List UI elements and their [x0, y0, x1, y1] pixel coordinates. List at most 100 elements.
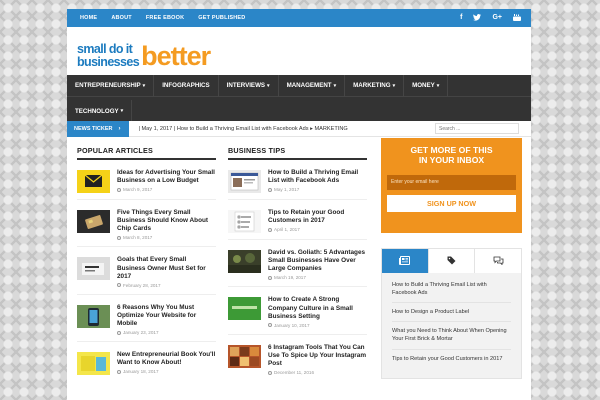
list-item: How to Create A Strong Company Culture i… — [228, 296, 367, 328]
article-thumbnail[interactable] — [77, 304, 110, 328]
twitter-icon[interactable] — [473, 13, 482, 23]
article-date: May 1, 2017 — [268, 187, 367, 192]
article-thumbnail[interactable] — [228, 344, 261, 368]
article-date: March 8, 2017 — [117, 235, 216, 240]
article-body: Goals that Every Small Business Owner Mu… — [117, 256, 216, 288]
list-item: Tips to Retain your Good Customers in 20… — [228, 209, 367, 233]
article-thumbnail[interactable] — [228, 250, 261, 273]
popular-articles: Popular Articles Ideas for Advertising Y… — [77, 146, 216, 376]
article-title[interactable]: How to Create A Strong Company Culture i… — [268, 296, 367, 320]
article-title[interactable]: Ideas for Advertising Your Small Busines… — [117, 169, 216, 185]
nav-item-entrepreneurship[interactable]: Entrepreneurship ▾ — [67, 74, 155, 97]
article-body: Ideas for Advertising Your Small Busines… — [117, 169, 216, 193]
logo-big-text: better — [141, 40, 211, 71]
newsletter-title-line-2: in your inbox — [418, 154, 485, 165]
article-body: How to Create A Strong Company Culture i… — [268, 296, 367, 328]
google-plus-icon[interactable]: G+ — [492, 14, 502, 23]
divider — [228, 239, 367, 240]
chevron-down-icon: ▾ — [333, 82, 337, 89]
news-ticker: News Ticker › | May 1, 2017 | How to Buil… — [67, 120, 531, 137]
chevron-down-icon: ▾ — [142, 82, 146, 89]
list-item: 6 Reasons Why You Must Optimize Your Web… — [77, 304, 216, 335]
clock-icon — [268, 323, 272, 328]
article-title[interactable]: How to Build a Thriving Email List with … — [268, 169, 367, 185]
chevron-down-icon: ▾ — [120, 108, 124, 114]
article-body: Five Things Every Small Business Should … — [117, 209, 216, 240]
divider — [77, 246, 216, 248]
list-item[interactable]: How to Build a Thriving Email List with … — [392, 281, 511, 304]
main-nav-row-2: Technology ▾ — [67, 100, 133, 122]
date-text: March 19, 2017 — [274, 275, 306, 281]
nav-item-technology[interactable]: Technology ▾ — [67, 100, 133, 122]
clock-icon — [268, 370, 272, 375]
article-title[interactable]: Goals that Every Small Business Owner Mu… — [117, 256, 216, 280]
chevron-down-icon: ▾ — [436, 82, 440, 89]
article-thumbnail[interactable] — [228, 297, 261, 321]
nav-item-label: Technology — [75, 107, 119, 115]
clock-icon — [117, 235, 121, 240]
social-links: f G+ — [460, 13, 525, 23]
comments-icon — [493, 252, 504, 270]
article-title[interactable]: Tips to Retain your Good Customers in 20… — [268, 209, 367, 225]
nav-item-label: Management — [286, 82, 332, 89]
chevron-right-icon: › — [118, 125, 121, 132]
date-text: January 18, 2017 — [123, 369, 159, 375]
tab-tags[interactable] — [428, 249, 476, 273]
sign-up-button[interactable]: Sign Up Now — [387, 194, 516, 212]
article-thumbnail[interactable] — [77, 257, 110, 281]
divider — [228, 286, 367, 288]
divider — [77, 293, 216, 295]
date-text: March 8, 2017 — [123, 235, 153, 241]
nav-item-infographics[interactable]: Infographics — [154, 74, 219, 97]
top-nav-get-published[interactable]: Get Published — [191, 15, 252, 21]
chevron-down-icon: ▾ — [392, 82, 396, 89]
nav-item-management[interactable]: Management ▾ — [279, 74, 346, 97]
logo-small-text: small do it businesses — [77, 43, 140, 68]
article-title[interactable]: Five Things Every Small Business Should … — [117, 209, 216, 233]
nav-item-interviews[interactable]: Interviews ▾ — [219, 74, 279, 97]
facebook-icon[interactable]: f — [460, 14, 462, 23]
newsletter-title: Get more of this in your inbox — [381, 145, 522, 166]
top-nav-about[interactable]: About — [104, 15, 139, 21]
article-title[interactable]: David vs. Goliath: 5 Advantages Small Bu… — [268, 249, 367, 273]
article-thumbnail[interactable] — [228, 210, 261, 233]
main-nav: Entrepreneurship ▾ Infographics Interview… — [67, 74, 531, 122]
divider — [228, 199, 367, 200]
recent-posts-list: How to Build a Thriving Email List with … — [382, 273, 521, 368]
article-date: January 23, 2017 — [117, 330, 216, 335]
article-thumbnail[interactable] — [77, 352, 110, 376]
list-item[interactable]: What you Need to Think About When Openin… — [392, 327, 511, 350]
list-item: Goals that Every Small Business Owner Mu… — [77, 256, 216, 288]
tab-comments[interactable] — [475, 249, 522, 273]
nav-item-money[interactable]: Money ▾ — [404, 74, 449, 97]
article-thumbnail[interactable] — [77, 210, 110, 233]
divider — [77, 199, 216, 200]
ticker-headline[interactable]: | May 1, 2017 | How to Build a Thriving … — [129, 126, 409, 132]
list-item: How to Build a Thriving Email List with … — [228, 169, 367, 193]
article-body: How to Build a Thriving Email List with … — [268, 169, 367, 193]
article-title[interactable]: 6 Instagram Tools That You Can Use To Sp… — [268, 344, 367, 368]
youtube-icon[interactable] — [513, 13, 521, 23]
site-logo[interactable]: small do it businesses better — [77, 38, 211, 71]
list-item: New Entrepreneurial Book You'll Want to … — [77, 351, 216, 376]
article-body: New Entrepreneurial Book You'll Want to … — [117, 351, 216, 375]
article-date: April 1, 2017 — [268, 227, 367, 232]
article-thumbnail[interactable] — [228, 170, 261, 193]
date-text: March 9, 2017 — [123, 187, 153, 193]
date-text: January 23, 2017 — [123, 330, 159, 336]
email-field[interactable]: Enter your email here — [387, 174, 516, 190]
tab-recent[interactable] — [382, 249, 429, 273]
search-input[interactable] — [435, 123, 519, 134]
top-nav-free-ebook[interactable]: Free Ebook — [139, 15, 191, 21]
date-text: December 11, 2016 — [274, 370, 315, 376]
list-item[interactable]: Tips to Retain your Good Customers in 20… — [392, 355, 511, 368]
article-title[interactable]: 6 Reasons Why You Must Optimize Your Web… — [117, 304, 216, 328]
article-thumbnail[interactable] — [77, 170, 110, 193]
list-item[interactable]: How to Design a Product Label — [392, 308, 511, 323]
clock-icon — [268, 275, 272, 280]
top-nav-home[interactable]: Home — [73, 15, 104, 21]
article-title[interactable]: New Entrepreneurial Book You'll Want to … — [117, 351, 216, 367]
chevron-down-icon: ▾ — [267, 82, 270, 89]
date-text: January 10, 2017 — [274, 322, 310, 328]
nav-item-marketing[interactable]: Marketing ▾ — [345, 74, 405, 97]
